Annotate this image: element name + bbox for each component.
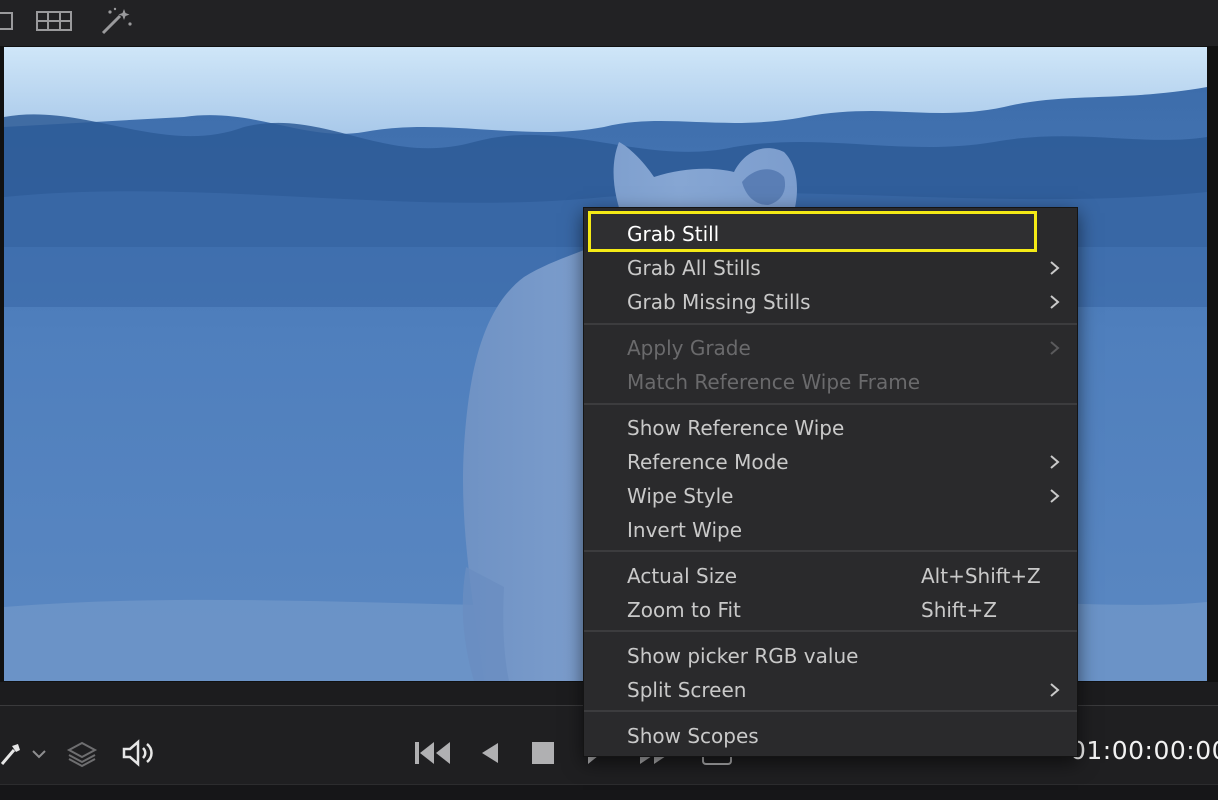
menu-item-show-reference-wipe[interactable]: Show Reference Wipe [584, 411, 1077, 445]
menu-item-zoom-to-fit[interactable]: Zoom to Fit Shift+Z [584, 593, 1077, 627]
viewer-context-menu: Grab Still Grab All Stills Grab Missing … [583, 207, 1078, 757]
menu-item-grab-missing-stills[interactable]: Grab Missing Stills [584, 285, 1077, 319]
menu-item-apply-grade: Apply Grade [584, 331, 1077, 365]
bottom-strip [0, 784, 1218, 800]
menu-item-label: Grab All Stills [627, 256, 761, 280]
magic-wand-icon[interactable] [100, 7, 134, 35]
menu-item-label: Wipe Style [627, 484, 734, 508]
menu-item-label: Show Reference Wipe [627, 416, 845, 440]
menu-divider [584, 710, 1077, 712]
menu-divider [584, 323, 1077, 325]
menu-item-reference-mode[interactable]: Reference Mode [584, 445, 1077, 479]
menu-item-grab-all-stills[interactable]: Grab All Stills [584, 251, 1077, 285]
menu-item-actual-size[interactable]: Actual Size Alt+Shift+Z [584, 559, 1077, 593]
menu-item-label: Zoom to Fit [627, 598, 741, 622]
stop-icon[interactable] [530, 740, 556, 766]
menu-item-label: Split Screen [627, 678, 747, 702]
viewer-layout-icon[interactable] [0, 8, 14, 34]
menu-item-wipe-style[interactable]: Wipe Style [584, 479, 1077, 513]
menu-item-label: Reference Mode [627, 450, 789, 474]
chevron-right-icon [1050, 341, 1060, 355]
chevron-right-icon [1050, 683, 1060, 697]
timecode-display: 01:00:00:00 [1070, 736, 1218, 765]
menu-divider [584, 630, 1077, 632]
chevron-right-icon [1050, 261, 1060, 275]
menu-item-label: Grab Still [627, 222, 720, 246]
layers-icon[interactable] [66, 740, 98, 768]
menu-item-show-scopes[interactable]: Show Scopes [584, 719, 1077, 753]
play-reverse-icon[interactable] [478, 740, 502, 766]
chevron-right-icon [1050, 295, 1060, 309]
chevron-right-icon [1050, 489, 1060, 503]
grid-view-icon[interactable] [36, 8, 72, 34]
menu-item-label: Grab Missing Stills [627, 290, 811, 314]
menu-item-invert-wipe[interactable]: Invert Wipe [584, 513, 1077, 547]
menu-divider [584, 403, 1077, 405]
shortcut-label: Shift+Z [921, 598, 997, 622]
menu-item-label: Show picker RGB value [627, 644, 859, 668]
chevron-down-icon[interactable] [30, 746, 48, 762]
skip-back-icon[interactable] [414, 740, 452, 766]
menu-item-grab-still[interactable]: Grab Still [584, 217, 1077, 251]
menu-item-match-reference-wipe-frame: Match Reference Wipe Frame [584, 365, 1077, 399]
shortcut-label: Alt+Shift+Z [921, 564, 1041, 588]
menu-item-split-screen[interactable]: Split Screen [584, 673, 1077, 707]
menu-item-label: Show Scopes [627, 724, 759, 748]
viewer-toolbar [0, 0, 1218, 46]
chevron-right-icon [1050, 455, 1060, 469]
speaker-icon[interactable] [120, 738, 156, 768]
menu-item-label: Match Reference Wipe Frame [627, 370, 921, 394]
menu-divider [584, 550, 1077, 552]
menu-item-label: Apply Grade [627, 336, 751, 360]
menu-item-label: Invert Wipe [627, 518, 743, 542]
menu-item-show-picker-rgb-value[interactable]: Show picker RGB value [584, 639, 1077, 673]
menu-item-label: Actual Size [627, 564, 738, 588]
picker-icon[interactable] [0, 740, 22, 766]
